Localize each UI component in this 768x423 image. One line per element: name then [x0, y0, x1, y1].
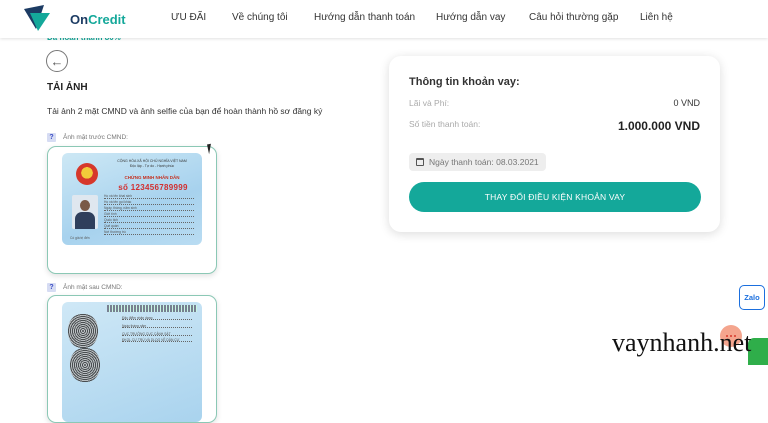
- fee-label: Lãi và Phí:: [409, 98, 450, 108]
- top-navbar: OnCredit ƯU ĐÃI Về chúng tôi Hướng dẫn t…: [0, 0, 768, 38]
- back-button[interactable]: ←: [46, 50, 68, 72]
- arrow-left-icon: ←: [50, 53, 64, 69]
- nav-item-payment-guide[interactable]: Hướng dẫn thanh toán: [314, 12, 415, 23]
- watermark: vaynhanh.net: [612, 328, 752, 357]
- id-back-line: ĐKQL CƯ TRÚ VÀ DLQG VỀ DÂN CƯ: [122, 338, 192, 342]
- id-back-line: CỤC TRƯỞNG CỤC CẢNH SÁT: [122, 332, 192, 336]
- oncredit-logo-icon: [24, 5, 50, 31]
- front-id-label: Ảnh mặt trước CMND:: [63, 134, 128, 141]
- front-id-image: CỘNG HÒA XÃ HỘI CHỦ NGHĨA VIỆT NAM Độc l…: [62, 153, 202, 245]
- calendar-icon: [416, 158, 424, 166]
- nav-item-uu-dai[interactable]: ƯU ĐÃI: [171, 12, 206, 23]
- id-field: Giới tính: [104, 212, 194, 217]
- help-icon[interactable]: ?: [47, 133, 56, 142]
- total-value: 1.000.000 VND: [617, 119, 700, 133]
- id-field: Nơi thường trú: [104, 230, 194, 235]
- id-card-footer: Có giá trị đến: [70, 236, 90, 240]
- fee-value: 0 VND: [673, 98, 700, 108]
- id-field: Họ và tên gọi khác: [104, 200, 194, 205]
- section-description: Tải ảnh 2 mặt CMND và ảnh selfie của bạn…: [47, 106, 323, 116]
- back-id-label: Ảnh mặt sau CMND:: [63, 284, 123, 291]
- section-title: TẢI ẢNH: [47, 82, 88, 93]
- back-id-upload[interactable]: Đặc điểm nhận dạng Ngày tháng năm CỤC TR…: [47, 295, 217, 423]
- id-card-title: CHỨNG MINH NHÂN DÂN: [124, 175, 180, 180]
- loan-info-panel: Thông tin khoản vay: Lãi và Phí: 0 VND S…: [389, 56, 720, 232]
- oncredit-logo[interactable]: OnCredit: [22, 3, 126, 33]
- id-card-strip: [107, 305, 197, 312]
- id-back-line: Đặc điểm nhận dạng: [122, 316, 192, 320]
- nav-item-about[interactable]: Về chúng tôi: [232, 12, 288, 23]
- mouse-cursor-icon: [207, 143, 213, 155]
- id-card-header: CỘNG HÒA XÃ HỘI CHỦ NGHĨA VIỆT NAM Độc l…: [117, 159, 187, 168]
- fingerprint-icon: [68, 314, 98, 348]
- id-card-number: số 123456789999: [118, 183, 188, 192]
- id-field: Quốc tịch: [104, 218, 194, 223]
- back-id-image: Đặc điểm nhận dạng Ngày tháng năm CỤC TR…: [62, 302, 202, 422]
- fingerprint-icon: [70, 348, 100, 382]
- front-id-upload[interactable]: CỘNG HÒA XÃ HỘI CHỦ NGHĨA VIỆT NAM Độc l…: [47, 146, 217, 274]
- nav-item-contact[interactable]: Liên hệ: [640, 12, 673, 23]
- id-back-line: Ngày tháng năm: [122, 324, 192, 328]
- change-loan-terms-button[interactable]: THAY ĐỔI ĐIỀU KIỆN KHOẢN VAY: [409, 182, 701, 212]
- due-date-text: Ngày thanh toán: 08.03.2021: [429, 157, 539, 167]
- loan-info-title: Thông tin khoản vay:: [409, 76, 520, 88]
- nav-item-faq[interactable]: Câu hỏi thường gặp: [529, 12, 618, 23]
- due-date-chip: Ngày thanh toán: 08.03.2021: [409, 153, 546, 171]
- zalo-chat-button[interactable]: Zalo: [739, 285, 765, 310]
- id-field: Ngày, tháng, năm sinh: [104, 206, 194, 211]
- id-portrait: [72, 195, 98, 229]
- national-emblem-icon: [76, 163, 98, 185]
- help-icon[interactable]: ?: [47, 283, 56, 292]
- id-field: Họ và tên khai sinh: [104, 194, 194, 199]
- nav-item-loan-guide[interactable]: Hướng dẫn vay: [436, 12, 505, 23]
- id-field: Quê quán: [104, 224, 194, 229]
- total-label: Số tiền thanh toán:: [409, 119, 481, 129]
- brand-name: OnCredit: [70, 12, 126, 27]
